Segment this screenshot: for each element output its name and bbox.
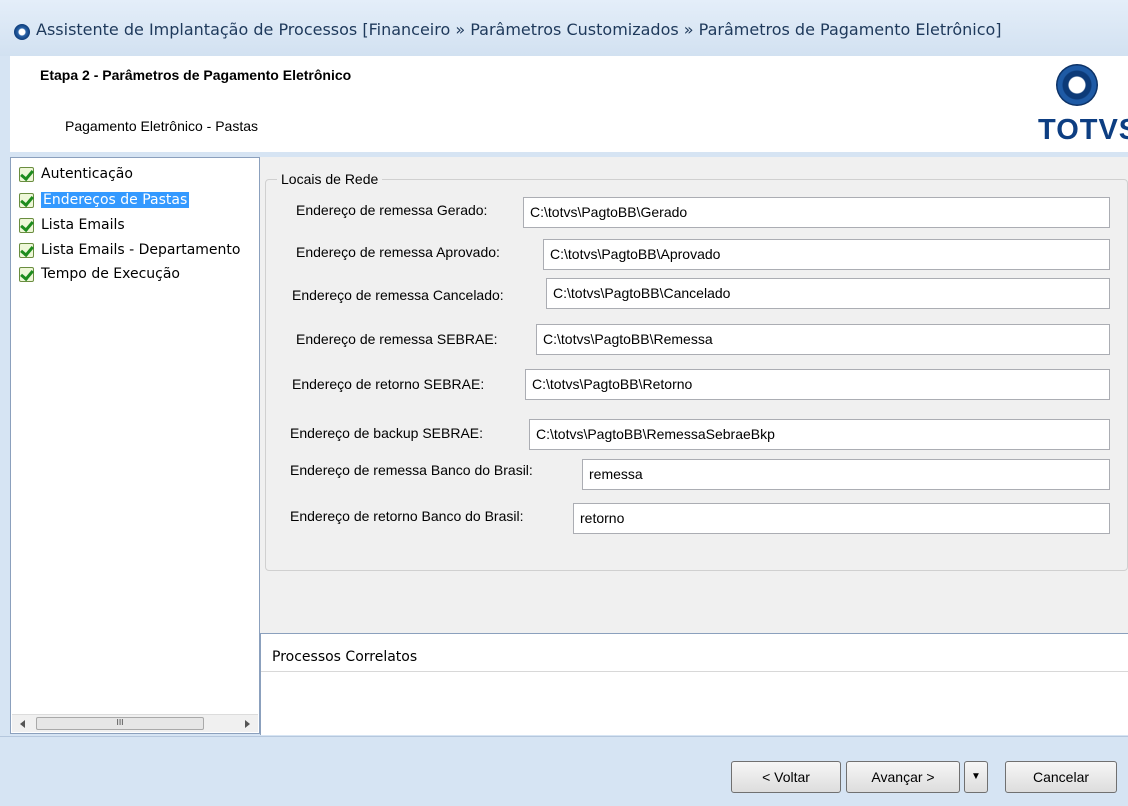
check-icon: [19, 192, 34, 208]
processos-correlatos-panel: Processos Correlatos: [260, 633, 1128, 735]
remessa-banco-do-brasil-input[interactable]: remessa: [582, 459, 1110, 490]
retorno-banco-do-brasil-input[interactable]: retorno: [573, 503, 1110, 534]
backup-sebrae-input[interactable]: C:\totvs\PagtoBB\RemessaSebraeBkp: [529, 419, 1110, 450]
remessa-cancelado-input[interactable]: C:\totvs\PagtoBB\Cancelado: [546, 278, 1110, 309]
scroll-left-arrow-icon[interactable]: [20, 720, 25, 728]
content-panel: Locais de Rede Endereço de remessa Gerad…: [260, 157, 1128, 735]
tree-item-tempo-de-execucao[interactable]: Tempo de Execução: [19, 264, 180, 284]
tree-item-enderecos-de-pastas[interactable]: Endereços de Pastas: [19, 190, 190, 210]
tree-item-autenticacao[interactable]: Autenticação: [19, 164, 133, 184]
tree-item-label: Lista Emails: [41, 217, 125, 233]
horizontal-scrollbar[interactable]: III: [12, 714, 258, 732]
triangle-down-icon: ▼: [971, 771, 981, 782]
processos-correlatos-title: Processos Correlatos: [261, 634, 1128, 672]
app-globe-icon: [14, 24, 30, 40]
tree-item-lista-emails-departamento[interactable]: Lista Emails - Departamento: [19, 240, 240, 260]
wizard-header: Etapa 2 - Parâmetros de Pagamento Eletrô…: [10, 56, 1128, 152]
scroll-right-arrow-icon[interactable]: [245, 720, 250, 728]
title-bar: Assistente de Implantação de Processos […: [0, 0, 1128, 56]
field-label-backup-sebrae: Endereço de backup SEBRAE:: [290, 425, 484, 441]
tree-item-label: Autenticação: [41, 166, 133, 182]
field-label-remessa-gerado: Endereço de remessa Gerado:: [296, 202, 488, 218]
field-label-retorno-sebrae: Endereço de retorno SEBRAE:: [292, 376, 485, 392]
remessa-aprovado-input[interactable]: C:\totvs\PagtoBB\Aprovado: [543, 239, 1110, 270]
check-icon: [19, 266, 34, 282]
field-label-remessa-aprovado: Endereço de remessa Aprovado:: [296, 244, 500, 260]
step-title: Etapa 2 - Parâmetros de Pagamento Eletrô…: [40, 67, 352, 83]
field-label-retorno-banco-do-brasil: Endereço de retorno Banco do Brasil:: [290, 508, 524, 524]
field-label-remessa-cancelado: Endereço de remessa Cancelado:: [292, 287, 504, 303]
check-icon: [19, 166, 34, 182]
remessa-sebrae-input[interactable]: C:\totvs\PagtoBB\Remessa: [536, 324, 1110, 355]
scroll-thumb[interactable]: III: [36, 717, 204, 730]
next-dropdown-button[interactable]: ▼: [964, 761, 988, 793]
step-subtitle: Pagamento Eletrônico - Pastas: [65, 118, 258, 134]
tree-item-label: Lista Emails - Departamento: [41, 242, 241, 258]
steps-tree[interactable]: Autenticação Endereços de Pastas Lista E…: [10, 157, 260, 734]
next-button[interactable]: Avançar >: [846, 761, 960, 793]
window-title: Assistente de Implantação de Processos […: [36, 20, 1002, 39]
tree-item-label: Endereços de Pastas: [41, 192, 190, 208]
totvs-logo-icon: [1056, 64, 1098, 106]
group-title: Locais de Rede: [277, 171, 383, 187]
totvs-logo-text: TOTVS: [1038, 114, 1128, 146]
field-label-remessa-banco-do-brasil: Endereço de remessa Banco do Brasil:: [290, 462, 533, 478]
check-icon: [19, 217, 34, 233]
cancel-button[interactable]: Cancelar: [1005, 761, 1117, 793]
tree-item-label: Tempo de Execução: [41, 266, 181, 282]
back-button[interactable]: < Voltar: [731, 761, 841, 793]
check-icon: [19, 242, 34, 258]
wizard-footer: < Voltar Avançar > ▼ Cancelar: [0, 736, 1128, 806]
retorno-sebrae-input[interactable]: C:\totvs\PagtoBB\Retorno: [525, 369, 1110, 400]
tree-item-lista-emails[interactable]: Lista Emails: [19, 215, 125, 235]
remessa-gerado-input[interactable]: C:\totvs\PagtoBB\Gerado: [523, 197, 1110, 228]
field-label-remessa-sebrae: Endereço de remessa SEBRAE:: [296, 331, 498, 347]
